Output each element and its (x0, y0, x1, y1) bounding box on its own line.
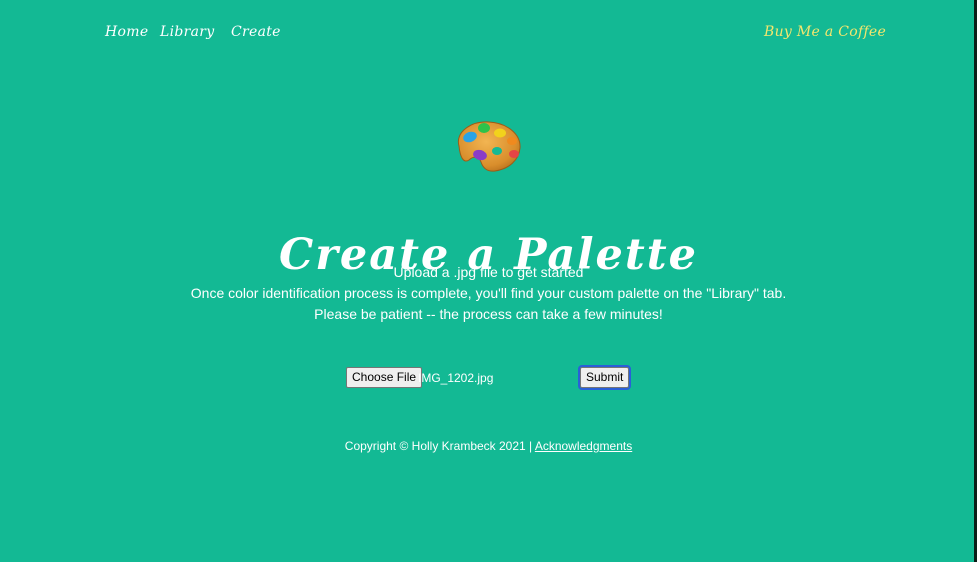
acknowledgments-link[interactable]: Acknowledgments (535, 439, 632, 453)
instructions: Upload a .jpg file to get started Once c… (0, 262, 977, 325)
top-nav: Home Library Create Buy Me a Coffee (0, 0, 977, 70)
selected-file-name: IMG_1202.jpg (418, 371, 494, 385)
nav-library-link[interactable]: Library (160, 24, 214, 40)
nav-home-link[interactable]: Home (105, 24, 148, 40)
artist-palette-icon (449, 116, 525, 176)
submit-button[interactable]: Submit (577, 365, 632, 390)
upload-form: Choose File IMG_1202.jpg Submit (346, 365, 636, 391)
instruction-line-library: Once color identification process is com… (190, 285, 787, 301)
copyright-text: Copyright © Holly Krambeck 2021 | (344, 439, 533, 453)
instruction-line-upload: Upload a .jpg file to get started (393, 264, 584, 280)
nav-create-link[interactable]: Create (231, 24, 281, 40)
choose-file-button[interactable]: Choose File (346, 367, 423, 388)
buy-me-a-coffee-link[interactable]: Buy Me a Coffee (764, 24, 886, 40)
instruction-line-patience: Please be patient -- the process can tak… (314, 306, 663, 322)
footer: Copyright © Holly Krambeck 2021 | Acknow… (0, 439, 977, 453)
